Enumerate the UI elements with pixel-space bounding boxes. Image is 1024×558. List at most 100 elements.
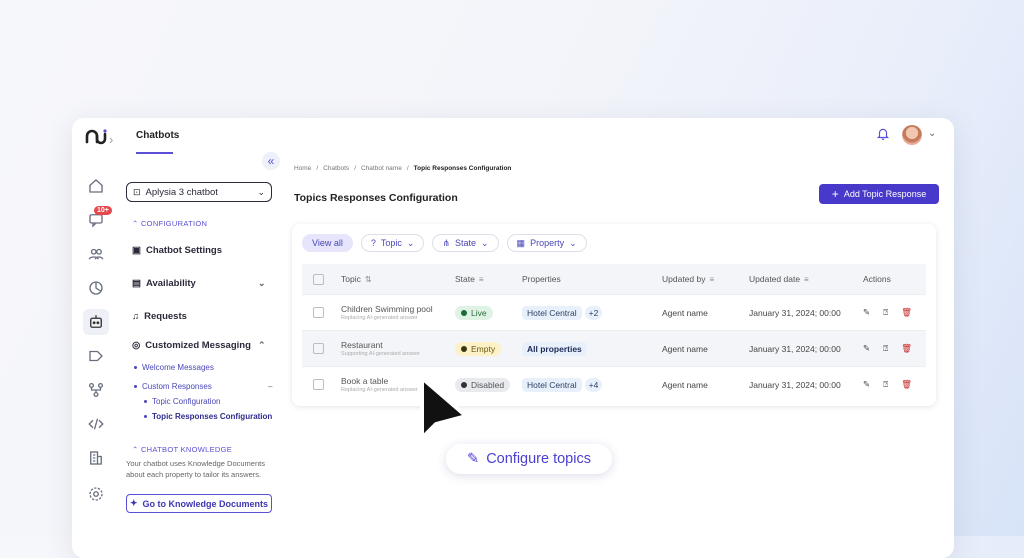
knowledge-section[interactable]: ⌃ CHATBOT KNOWLEDGE <box>132 445 232 454</box>
sparkle-icon: ✦ <box>129 498 138 508</box>
trash-icon[interactable]: 🗑 <box>901 343 912 354</box>
table-header-row: Topic ⇅ State ≡ Properties Updated by ≡ Upd… <box>302 264 926 295</box>
filter-label: View all <box>312 238 343 248</box>
updated-by: Agent name <box>661 366 748 402</box>
updated-by: Agent name <box>661 330 748 367</box>
chatbot-icon[interactable] <box>83 309 109 335</box>
knowledge-description: Your chatbot uses Knowledge Documents ab… <box>126 459 265 479</box>
chevron-down-icon: ⌄ <box>481 237 489 248</box>
breadcrumb-chatbot-name[interactable]: Chatbot name <box>361 165 402 172</box>
sidebar-subitem-label: Topic Responses Configuration <box>152 412 273 421</box>
building-icon: ▦ <box>516 237 526 248</box>
more-properties-badge[interactable]: +4 <box>584 377 603 392</box>
workflow-icon[interactable] <box>86 380 106 400</box>
filter-lines-icon: ≡ <box>709 275 715 284</box>
help-icon: ? <box>370 238 376 248</box>
notification-bell-icon[interactable] <box>876 126 890 147</box>
help-icon[interactable]: ⍰ <box>883 307 888 318</box>
chatbot-select-value: Aplysia 3 chatbot <box>145 186 218 198</box>
filter-label: Topic <box>380 238 402 248</box>
configure-topics-callout: ✎ Configure topics <box>446 444 612 474</box>
column-header-properties: Properties <box>521 264 661 295</box>
column-header-actions: Actions <box>862 264 926 295</box>
side-panel: Chatbots « ⊡ Aplysia 3 chatbot ⌄ ⌃ CONFI… <box>126 118 286 558</box>
column-header-updated-by[interactable]: Updated by ≡ <box>661 264 748 295</box>
sidebar-subitem-custom-responses[interactable]: Custom Responses – <box>134 382 272 391</box>
table-row[interactable]: Children Swimming pool Replacing AI-gener… <box>302 294 926 331</box>
configuration-section-label: CONFIGURATION <box>140 219 208 228</box>
topics-card: View all ? Topic ⌄ ⋔ State ⌄ ▦ Property ⌄ Topi… <box>292 224 936 406</box>
topic-subtitle: Replacing AI-generated answer <box>341 315 418 321</box>
icon-rail: › 10+ <box>72 118 120 558</box>
topics-table: Topic ⇅ State ≡ Properties Updated by ≡ Upd… <box>302 264 926 402</box>
chevron-up-icon: ⌃ <box>258 340 266 350</box>
column-header-updated-date[interactable]: Updated date ≡ <box>748 264 862 295</box>
brand-logo[interactable] <box>84 128 108 151</box>
breadcrumb-current: Topic Responses Configuration <box>413 165 512 172</box>
home-icon[interactable] <box>86 176 106 196</box>
edit-pencil-icon[interactable]: ✎ <box>863 343 870 354</box>
help-icon[interactable]: ⍰ <box>883 379 888 390</box>
sidebar-item-availability[interactable]: ▤ Availability ⌄ <box>132 278 266 289</box>
knowledge-section-label: CHATBOT KNOWLEDGE <box>140 445 233 454</box>
tab-chatbots[interactable]: Chatbots <box>136 130 179 141</box>
sidebar-subitem-topic-responses-configuration[interactable]: Topic Responses Configuration <box>144 412 272 421</box>
column-header-state[interactable]: State ≡ <box>454 264 521 295</box>
chevron-down-icon[interactable]: ⌄ <box>928 128 936 139</box>
more-properties-badge[interactable]: +2 <box>584 305 603 320</box>
table-row[interactable]: Book a table Replacing AI-generated answe… <box>302 366 926 402</box>
sidebar-item-label: Chatbot Settings <box>145 245 222 256</box>
chatbot-select[interactable]: ⊡ Aplysia 3 chatbot ⌄ <box>126 182 272 202</box>
edit-pencil-icon[interactable]: ✎ <box>863 379 870 390</box>
filter-view-all[interactable]: View all <box>302 234 353 252</box>
sidebar-subitem-welcome-messages[interactable]: Welcome Messages <box>134 363 214 372</box>
users-icon[interactable] <box>86 244 106 264</box>
add-topic-response-button[interactable]: + Add Topic Response <box>819 184 939 204</box>
sidebar-item-requests[interactable]: ♫ Requests <box>132 311 187 322</box>
sidebar-item-customized-messaging[interactable]: ◎ Customized Messaging ⌃ <box>132 340 266 351</box>
sidebar-subitem-topic-configuration[interactable]: Topic Configuration <box>144 397 220 406</box>
settings-gear-icon[interactable] <box>86 484 106 504</box>
filter-state[interactable]: ⋔ State ⌄ <box>432 234 499 252</box>
campaign-icon[interactable] <box>86 346 106 366</box>
collapse-panel-button[interactable]: « <box>262 152 280 170</box>
collapse-minus-icon: – <box>268 382 273 391</box>
plus-icon: + <box>831 187 839 201</box>
sidebar-subitem-label: Custom Responses <box>142 382 212 391</box>
row-checkbox[interactable] <box>313 307 324 319</box>
breadcrumb-chatbots[interactable]: Chatbots <box>323 165 349 172</box>
filter-lines-icon: ≡ <box>804 275 809 284</box>
updated-date: January 31, 2024; 00:00 <box>748 330 862 367</box>
column-header-topic[interactable]: Topic ⇅ <box>340 264 454 295</box>
table-row[interactable]: Restaurant Supporting AI-generated answer… <box>302 330 926 367</box>
avatar[interactable] <box>902 125 922 145</box>
breadcrumb-home[interactable]: Home <box>294 165 311 172</box>
help-icon[interactable]: ⍰ <box>883 343 888 354</box>
calendar-icon: ▤ <box>132 278 141 289</box>
filter-label: State <box>454 238 476 248</box>
knowledge-documents-button[interactable]: ✦ Go to Knowledge Documents <box>126 494 272 513</box>
bell-icon: ♫ <box>132 311 140 322</box>
analytics-icon[interactable] <box>86 278 106 298</box>
edit-pencil-icon: ✎ <box>467 451 480 467</box>
select-all-checkbox[interactable] <box>313 273 324 285</box>
building-icon[interactable] <box>86 448 106 468</box>
property-tag: Hotel Central <box>522 305 582 320</box>
filter-topic[interactable]: ? Topic ⌄ <box>360 234 425 252</box>
configuration-section[interactable]: ⌃ CONFIGURATION <box>132 219 207 228</box>
mouse-cursor-icon <box>416 374 472 451</box>
row-checkbox[interactable] <box>313 343 324 355</box>
breadcrumb: Home / Chatbots / Chatbot name / Topic Resp… <box>294 165 512 172</box>
sidebar-item-label: Customized Messaging <box>145 340 251 351</box>
trash-icon[interactable]: 🗑 <box>901 307 912 318</box>
filter-label: Property <box>530 238 565 248</box>
page-title: Topics Responses Configuration <box>294 192 458 204</box>
edit-pencil-icon[interactable]: ✎ <box>863 307 870 318</box>
filter-property[interactable]: ▦ Property ⌄ <box>506 234 587 252</box>
topic-name: Children Swimming pool <box>341 304 433 314</box>
code-icon[interactable] <box>86 414 106 434</box>
app-window: › 10+ Chatbots « ⊡ Aplysia 3 chatbot ⌄ ⌃… <box>72 118 954 558</box>
row-checkbox[interactable] <box>313 379 324 391</box>
sidebar-item-chatbot-settings[interactable]: ▣ Chatbot Settings <box>132 245 222 256</box>
trash-icon[interactable]: 🗑 <box>901 379 912 390</box>
